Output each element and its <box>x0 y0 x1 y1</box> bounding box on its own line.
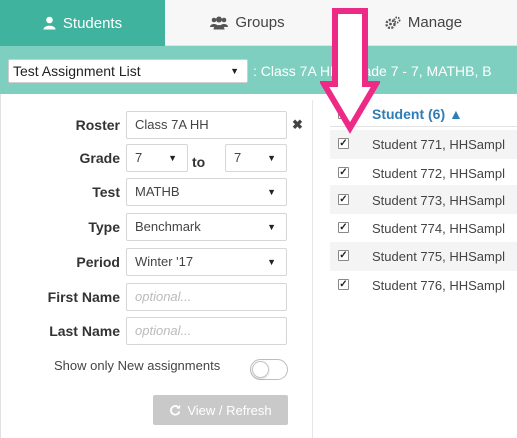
clear-roster-icon[interactable]: ✖ <box>292 117 303 133</box>
caret-down-icon: ▼ <box>267 153 276 163</box>
new-only-label: Show only New assignments <box>54 358 221 373</box>
roster-value: Class 7A HH <box>135 117 209 132</box>
tab-groups[interactable]: Groups <box>165 0 330 46</box>
first-name-label: First Name <box>47 289 120 305</box>
refresh-icon <box>170 404 181 416</box>
table-row[interactable]: ✓ Student 773, HHSampl <box>330 185 517 214</box>
caret-down-icon: ▼ <box>267 187 276 197</box>
row-checkbox[interactable]: ✓ <box>338 194 349 205</box>
student-name: Student 775, HHSampl <box>372 249 505 264</box>
new-only-toggle[interactable] <box>250 359 288 380</box>
row-checkbox[interactable]: ✓ <box>338 167 349 178</box>
first-name-input[interactable]: optional... <box>126 283 287 311</box>
grade-from-value: 7 <box>135 150 143 165</box>
cogs-icon <box>385 16 401 29</box>
table-row[interactable]: ✓ Student 775, HHSampl <box>330 242 517 271</box>
users-icon <box>210 16 229 29</box>
tab-students[interactable]: Students <box>0 0 165 46</box>
student-name: Student 772, HHSampl <box>372 166 505 181</box>
grade-to-value: 7 <box>234 150 242 165</box>
student-name: Student 773, HHSampl <box>372 193 505 208</box>
grade-to-select[interactable]: 7 ▼ <box>225 144 287 172</box>
list-bar: Test Assignment List ▼ : Class 7A HH, Gr… <box>0 46 517 94</box>
type-label: Type <box>88 219 120 235</box>
caret-down-icon: ▼ <box>168 153 177 163</box>
student-column-header[interactable]: Student (6) ▲ <box>372 106 463 122</box>
first-name-placeholder: optional... <box>135 289 192 304</box>
table-row[interactable]: ✓ Student 776, HHSampl <box>330 270 517 299</box>
grade-from-select[interactable]: 7 ▼ <box>126 144 188 172</box>
row-checkbox[interactable]: ✓ <box>338 222 349 233</box>
period-select[interactable]: Winter '17 ▼ <box>126 248 287 276</box>
annotation-arrow-icon <box>320 8 380 134</box>
test-select[interactable]: MATHB ▼ <box>126 178 287 206</box>
student-name: Student 771, HHSampl <box>372 137 505 152</box>
tab-manage-label: Manage <box>407 14 463 31</box>
row-checkbox[interactable]: ✓ <box>338 138 349 149</box>
type-select[interactable]: Benchmark ▼ <box>126 213 287 241</box>
test-value: MATHB <box>135 184 180 199</box>
panel-edge <box>0 94 1 438</box>
panel-divider <box>312 100 313 438</box>
list-type-select[interactable]: Test Assignment List ▼ <box>8 59 248 83</box>
caret-down-icon: ▼ <box>230 66 239 76</box>
view-refresh-button[interactable]: View / Refresh <box>153 395 288 425</box>
student-name: Student 776, HHSampl <box>372 278 505 293</box>
roster-label: Roster <box>75 117 120 133</box>
list-type-value: Test Assignment List <box>13 63 141 79</box>
user-icon <box>43 16 56 30</box>
grade-to-label: to <box>192 154 206 170</box>
grade-label: Grade <box>79 150 120 166</box>
type-value: Benchmark <box>135 219 201 234</box>
test-label: Test <box>92 184 120 200</box>
last-name-input[interactable]: optional... <box>126 317 287 345</box>
table-row[interactable]: ✓ Student 774, HHSampl <box>330 214 517 243</box>
last-name-placeholder: optional... <box>135 323 192 338</box>
row-checkbox[interactable]: ✓ <box>338 250 349 261</box>
row-checkbox[interactable]: ✓ <box>338 279 349 290</box>
table-row[interactable]: ✓ Student 772, HHSampl <box>330 159 517 188</box>
toggle-knob <box>252 361 269 378</box>
caret-down-icon: ▼ <box>267 257 276 267</box>
period-value: Winter '17 <box>135 254 194 269</box>
tab-groups-label: Groups <box>235 14 285 31</box>
period-label: Period <box>76 254 120 270</box>
view-refresh-label: View / Refresh <box>187 402 272 418</box>
table-row[interactable]: ✓ Student 771, HHSampl <box>330 130 517 159</box>
student-name: Student 774, HHSampl <box>372 221 505 236</box>
roster-field[interactable]: Class 7A HH <box>126 111 287 139</box>
last-name-label: Last Name <box>49 323 120 339</box>
caret-down-icon: ▼ <box>267 222 276 232</box>
tab-students-label: Students <box>62 14 123 32</box>
